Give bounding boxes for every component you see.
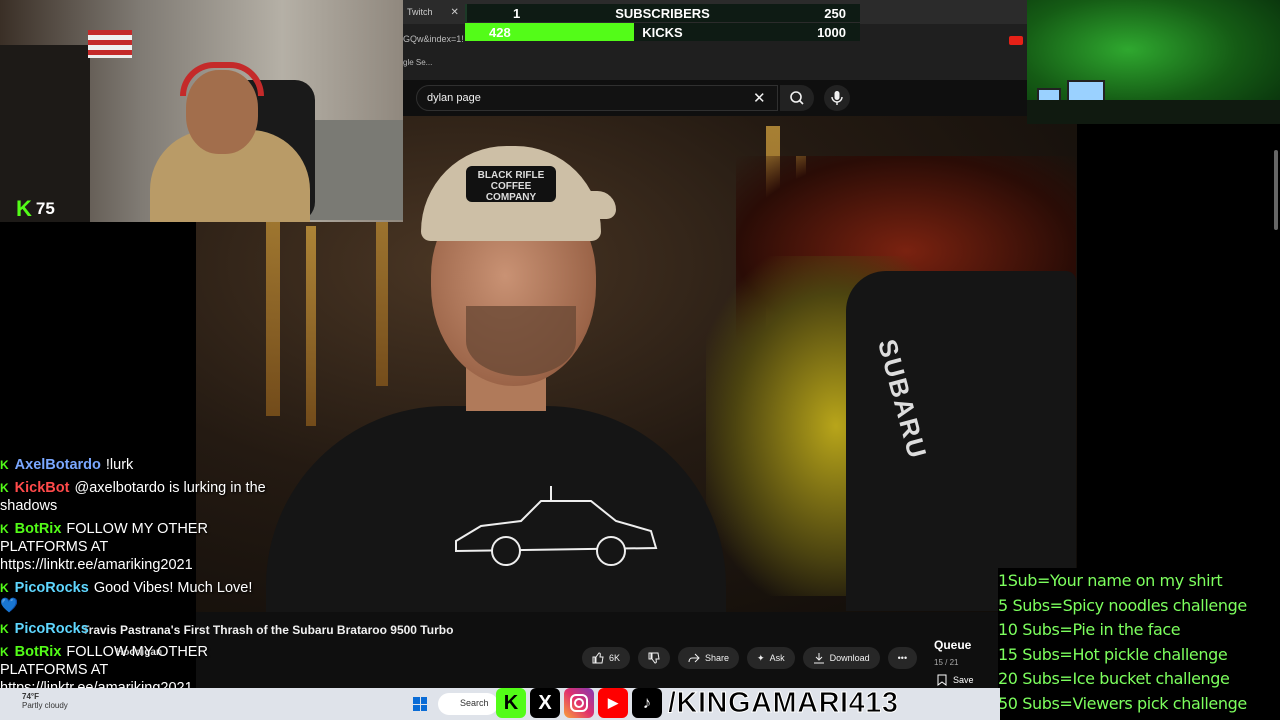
chat-username[interactable]: AxelBotardo bbox=[15, 457, 101, 473]
download-icon bbox=[813, 653, 824, 664]
video-actions: 6K Share ✦ Ask Download ••• bbox=[582, 647, 918, 669]
clear-search-icon[interactable]: ✕ bbox=[753, 89, 766, 107]
kick-viewer-count: K 75 bbox=[16, 196, 55, 222]
scrollbar[interactable] bbox=[1274, 150, 1278, 230]
sub-goal-item: 50 Subs=Viewers pick challenge bbox=[998, 693, 1247, 713]
chat-username[interactable]: PicoRocks bbox=[15, 580, 89, 596]
save-label: Save bbox=[953, 675, 974, 685]
viewer-count: 75 bbox=[35, 199, 55, 218]
youtube-search-bar: dylan page ✕ bbox=[403, 80, 1027, 116]
ask-label: Ask bbox=[769, 653, 785, 663]
sub-goal-item: 10 Subs=Pie in the face bbox=[998, 620, 1181, 640]
kick-logo-icon: K bbox=[16, 196, 32, 221]
queue-save-button[interactable]: Save bbox=[937, 674, 974, 686]
thumbs-down-icon bbox=[648, 652, 660, 664]
thumbs-up-icon bbox=[592, 652, 604, 664]
weather-widget[interactable]: 74°F Partly cloudy bbox=[22, 692, 68, 710]
queue-count: 15 / 21 bbox=[934, 658, 959, 667]
more-actions-button[interactable]: ••• bbox=[887, 647, 918, 669]
chat-username[interactable]: KickBot bbox=[15, 480, 70, 496]
chat-username[interactable]: BotRix bbox=[15, 521, 62, 537]
kicks-label: KICKS bbox=[642, 24, 683, 40]
sub-goals-list: 1Sub=Your name on my shirt 5 Subs=Spicy n… bbox=[998, 568, 1280, 720]
chat-username[interactable]: PicoRocks bbox=[15, 621, 89, 637]
streamer-webcam: K 75 bbox=[0, 0, 403, 222]
person-beard bbox=[466, 306, 576, 376]
desk bbox=[1027, 100, 1280, 124]
chat-message: K PicoRocks bbox=[0, 620, 270, 638]
tab-label: Twitch bbox=[407, 7, 433, 17]
sparkle-icon: ✦ bbox=[757, 652, 765, 663]
sub-goal-item: 5 Subs=Spicy noodles challenge bbox=[998, 595, 1247, 615]
chat-message: KBotRixFOLLOW MY OTHER PLATFORMS AT http… bbox=[0, 520, 270, 574]
youtube-icon: ▶ bbox=[598, 688, 628, 718]
voice-search-button[interactable] bbox=[824, 85, 850, 111]
kicks-current: 428 bbox=[489, 24, 511, 40]
chat-message: K AxelBotardo !lurk bbox=[0, 456, 270, 474]
chat-username[interactable]: BotRix bbox=[15, 644, 62, 660]
kicks-target: 1000 bbox=[817, 24, 846, 40]
chat-text: !lurk bbox=[105, 457, 134, 473]
tab-close-icon[interactable]: ✕ bbox=[451, 7, 459, 18]
share-button[interactable]: Share bbox=[678, 647, 740, 669]
download-button[interactable]: Download bbox=[802, 647, 880, 669]
kick-badge-icon: K bbox=[0, 458, 9, 472]
subscribers-current: 1 bbox=[513, 5, 521, 21]
social-handle: /KINGAMARI413 bbox=[668, 686, 899, 719]
queue-title: Queue bbox=[934, 638, 972, 652]
dislike-button[interactable] bbox=[638, 647, 671, 669]
tab-twitch[interactable]: Twitch ✕ bbox=[403, 0, 465, 24]
flag bbox=[88, 30, 132, 58]
trophy bbox=[306, 226, 316, 426]
kick-badge-icon: K bbox=[0, 481, 9, 495]
ask-button[interactable]: ✦ Ask bbox=[747, 647, 795, 669]
share-label: Share bbox=[705, 653, 730, 663]
chat-message: K KickBot @axelbotardo is lurking in the s… bbox=[0, 479, 270, 515]
video-info-bar: Travis Pastrana's First Thrash of the Su… bbox=[82, 612, 1000, 692]
subscribers-goal-bar: 1 SUBSCRIBERS 250 bbox=[465, 4, 860, 22]
download-label: Download bbox=[829, 653, 870, 663]
search-input[interactable]: dylan page bbox=[416, 85, 778, 111]
search-icon bbox=[790, 91, 804, 105]
sub-goal-item: 15 Subs=Hot pickle challenge bbox=[998, 644, 1228, 664]
sub-goal-item: 1Sub=Your name on my shirt bbox=[998, 571, 1223, 590]
instagram-icon bbox=[564, 688, 594, 718]
taskbar-search[interactable]: Search bbox=[438, 693, 498, 715]
address-bar[interactable]: GQw&index=1! bbox=[403, 34, 464, 44]
shirt-car-graphic bbox=[455, 486, 658, 566]
hanging-shirt bbox=[846, 271, 1076, 611]
chat-message: K PicoRocks Good Vibes! Much Love! 💙 bbox=[0, 579, 270, 615]
bookmark-icon bbox=[937, 674, 947, 686]
like-count: 6K bbox=[609, 653, 621, 663]
bookmark-item[interactable]: gle Se... bbox=[403, 58, 432, 67]
kick-badge-icon: K bbox=[0, 622, 9, 636]
search-button[interactable] bbox=[780, 85, 814, 111]
microphone-icon bbox=[831, 91, 843, 105]
x-icon: X bbox=[530, 688, 560, 718]
headset bbox=[180, 62, 264, 96]
kick-badge-icon: K bbox=[0, 581, 9, 595]
social-overlay: K X ▶ ♪ /KINGAMARI413 bbox=[496, 686, 899, 720]
kick-badge-icon: K bbox=[0, 645, 9, 659]
youtube-icon bbox=[1009, 36, 1023, 45]
weather-desc: Partly cloudy bbox=[22, 701, 68, 710]
windows-start-icon[interactable] bbox=[413, 697, 427, 711]
room-camera bbox=[1027, 0, 1280, 124]
side-panel bbox=[1077, 146, 1280, 566]
kick-badge-icon: K bbox=[0, 522, 9, 536]
subscribers-label: SUBSCRIBERS bbox=[615, 5, 710, 21]
tiktok-icon: ♪ bbox=[632, 688, 662, 718]
weather-temp: 74°F bbox=[22, 692, 39, 701]
subscribers-target: 250 bbox=[824, 5, 846, 21]
chat-overlay: K AxelBotardo !lurk K KickBot @axelbotardo is… bbox=[0, 456, 270, 702]
like-button[interactable]: 6K bbox=[582, 647, 631, 669]
sub-goal-item: 20 Subs=Ice bucket challenge bbox=[998, 669, 1230, 689]
kicks-goal-bar: 428 KICKS 1000 bbox=[465, 23, 860, 41]
kick-icon: K bbox=[496, 688, 526, 718]
share-icon bbox=[688, 653, 700, 663]
cap-patch: BLACK RIFLE COFFEE COMPANY bbox=[466, 166, 556, 203]
